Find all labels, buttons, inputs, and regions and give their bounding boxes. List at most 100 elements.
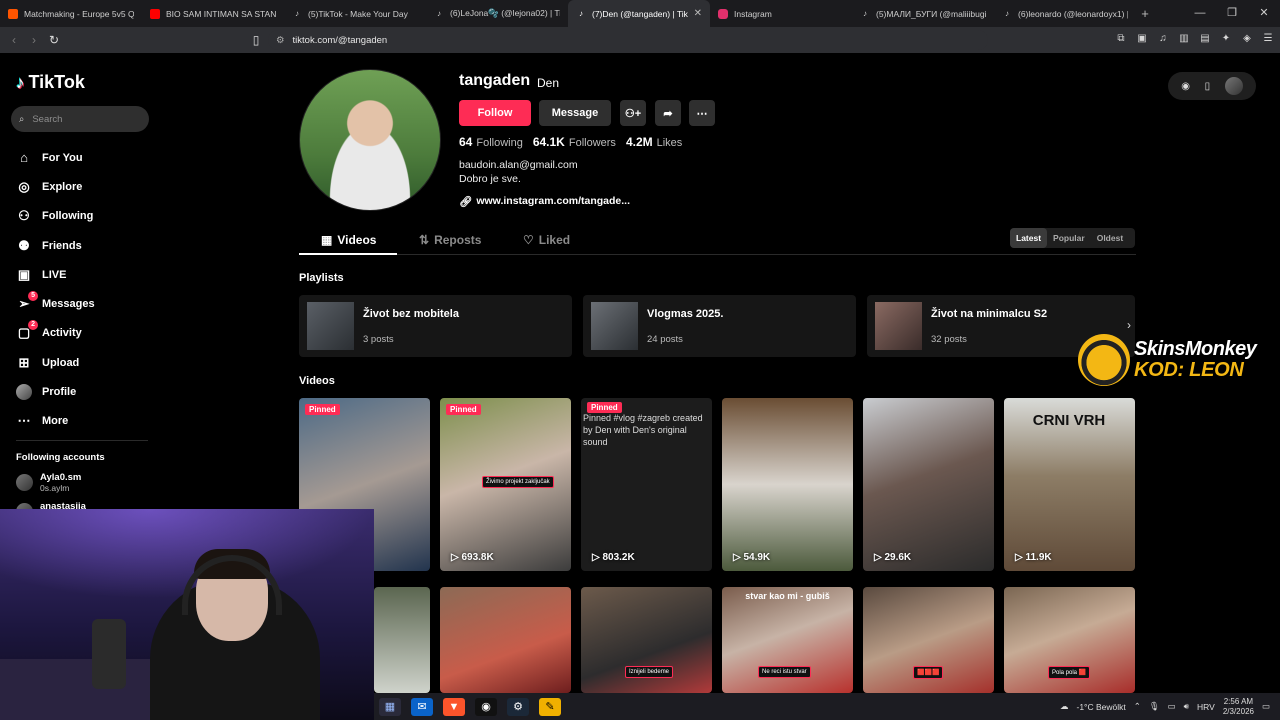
new-tab-icon[interactable]: + bbox=[1136, 6, 1154, 21]
browser-tab[interactable]: ♪ (6)leonardo (@leonardoyx1) | bbox=[994, 0, 1136, 27]
browser-tab[interactable]: BIO SAM INTIMAN SA STANIJ bbox=[142, 0, 284, 27]
search-input[interactable]: ⌕ Search bbox=[11, 106, 149, 132]
share-button[interactable]: ➦ bbox=[655, 100, 681, 126]
sort-latest[interactable]: Latest bbox=[1010, 228, 1048, 248]
mic-icon[interactable]: 🎙︎ bbox=[1149, 701, 1160, 712]
video-card[interactable]: Pola pola 🟥 bbox=[1004, 587, 1135, 693]
browser-tab[interactable]: ♪ (5)TikTok - Make Your Day bbox=[284, 0, 426, 27]
taskbar-app-icon[interactable]: ✎ bbox=[539, 697, 561, 716]
profile-stats: 64 Following 64.1K Followers 4.2M Likes bbox=[459, 135, 682, 149]
brave-icon[interactable]: ▼ bbox=[443, 697, 465, 716]
faceit-icon bbox=[8, 8, 18, 19]
browser-tab[interactable]: ♪ (5)МАЛИ_БУГИ (@maliiibugii bbox=[852, 0, 994, 27]
video-card[interactable]: ▷ 54.9K bbox=[722, 398, 853, 571]
extension-icons: ⧉ ▣ ♫ ▥ ▤ ✦ ◈ ☰ bbox=[1115, 32, 1274, 46]
taskbar-app-icon[interactable]: ▦ bbox=[379, 697, 401, 716]
video-card[interactable]: ▷ 29.6K bbox=[863, 398, 994, 571]
sidebar-item-profile[interactable]: Profile bbox=[16, 377, 166, 406]
music-icon[interactable]: ♫ bbox=[1157, 32, 1169, 46]
url-field[interactable]: ⚙ tiktok.com/@tangaden bbox=[268, 30, 988, 50]
playlist-card[interactable]: Vlogmas 2025. 24 posts bbox=[583, 295, 856, 357]
view-count: ▷ 29.6K bbox=[874, 552, 912, 563]
sidebar-item-explore[interactable]: ◎ Explore bbox=[16, 172, 166, 201]
steam-icon[interactable]: ⚙ bbox=[507, 697, 529, 716]
leo-icon[interactable]: ✦ bbox=[1220, 32, 1232, 46]
menu-icon[interactable]: ☰ bbox=[1262, 32, 1274, 46]
more-icon: ⋯ bbox=[17, 413, 31, 429]
extension-icon[interactable]: ⧉ bbox=[1115, 32, 1127, 46]
device-icon[interactable]: ▯ bbox=[1205, 81, 1211, 92]
play-icon: ▷ bbox=[733, 552, 744, 563]
close-window-icon[interactable]: ✕ bbox=[1248, 0, 1280, 27]
minimize-icon[interactable]: — bbox=[1184, 0, 1216, 27]
browser-tab[interactable]: Instagram bbox=[710, 0, 852, 27]
sidebar-item-more[interactable]: ⋯ More bbox=[16, 407, 166, 436]
stat-following[interactable]: 64 Following bbox=[459, 135, 523, 149]
site-info-icon[interactable]: ⚙ bbox=[276, 35, 285, 46]
sidebar-item-activity[interactable]: ▢ 2 Activity bbox=[16, 319, 166, 348]
sort-oldest[interactable]: Oldest bbox=[1091, 228, 1129, 248]
language-indicator[interactable]: HRV bbox=[1197, 702, 1215, 712]
video-card[interactable] bbox=[374, 587, 430, 693]
sidebar-item-following[interactable]: ⚇ Following bbox=[16, 202, 166, 231]
sort-popular[interactable]: Popular bbox=[1047, 228, 1091, 248]
home-icon: ⌂ bbox=[20, 149, 28, 165]
forward-icon[interactable]: › bbox=[24, 33, 44, 47]
sidebar-item-messages[interactable]: ➢ 5 Messages bbox=[16, 289, 166, 318]
playlist-card[interactable]: Život bez mobitela 3 posts bbox=[299, 295, 572, 357]
video-card[interactable]: Pinned Živimo projekt zaključak ▷ 693.8K bbox=[440, 398, 571, 571]
video-card[interactable] bbox=[440, 587, 571, 693]
tab-videos[interactable]: ▦ Videos bbox=[321, 233, 376, 247]
repost-icon: ⇅ bbox=[419, 233, 430, 247]
network-icon[interactable]: ▭ bbox=[1168, 701, 1176, 712]
follow-button[interactable]: Follow bbox=[459, 100, 531, 126]
sidebar-item-upload[interactable]: ⊞ Upload bbox=[16, 348, 166, 377]
browser-tab[interactable]: ♪ (6)LeJona🫧 (@lejona02) | Tik bbox=[426, 0, 568, 27]
friends-icon: ⚉ bbox=[18, 237, 30, 253]
tab-liked[interactable]: ♡ Liked bbox=[523, 233, 570, 247]
sidebar-icon[interactable]: ▥ bbox=[1178, 32, 1190, 46]
reload-icon[interactable]: ↻ bbox=[44, 33, 64, 47]
play-icon: ▷ bbox=[451, 552, 462, 563]
add-friend-button[interactable]: ⚇+ bbox=[620, 100, 646, 126]
profile-avatar[interactable] bbox=[299, 69, 441, 211]
video-card[interactable]: 🟥🟥🟥 bbox=[863, 587, 994, 693]
sidebar-item-for-you[interactable]: ⌂ For You bbox=[16, 143, 166, 172]
coins-icon[interactable]: ◉ bbox=[1181, 81, 1190, 92]
extension-icon[interactable]: ▣ bbox=[1136, 32, 1148, 46]
profile-nickname: Den bbox=[537, 76, 560, 90]
chevron-right-icon[interactable]: › bbox=[1127, 318, 1131, 332]
sidebar-item-live[interactable]: ▣ LIVE bbox=[16, 260, 166, 289]
taskbar-app-icon[interactable]: ✉ bbox=[411, 697, 433, 716]
stat-followers[interactable]: 64.1K Followers bbox=[533, 135, 616, 149]
avatar[interactable] bbox=[1224, 77, 1243, 95]
close-tab-icon[interactable]: ✕ bbox=[694, 8, 702, 19]
notification-icon[interactable]: ▭ bbox=[1262, 701, 1270, 712]
back-icon[interactable]: ‹ bbox=[4, 33, 24, 47]
clock[interactable]: 2:56 AM 2/3/2026 bbox=[1223, 697, 1254, 717]
youtube-icon bbox=[150, 8, 160, 19]
message-button[interactable]: Message bbox=[539, 100, 611, 126]
volume-icon[interactable]: 🔊︎ bbox=[1184, 701, 1189, 712]
sidebar-item-friends[interactable]: ⚉ Friends bbox=[16, 231, 166, 260]
bio-link[interactable]: 🔗︎ www.instagram.com/tangade... bbox=[459, 195, 630, 208]
video-sticker: Živimo projekt zaključak bbox=[482, 476, 554, 488]
tiktok-logo[interactable]: ♪ TikTok bbox=[16, 72, 85, 93]
obs-icon[interactable]: ◉ bbox=[475, 697, 497, 716]
chevron-up-icon[interactable]: ⌃ bbox=[1134, 701, 1141, 712]
vpn-icon[interactable]: ◈ bbox=[1241, 32, 1253, 46]
tab-reposts[interactable]: ⇅ Reposts bbox=[419, 233, 481, 247]
video-sticker: Pola pola 🟥 bbox=[1048, 666, 1091, 679]
bookmark-icon[interactable]: ▯ bbox=[246, 33, 266, 47]
restore-icon[interactable]: ❐ bbox=[1216, 0, 1248, 27]
more-options-button[interactable]: ⋯ bbox=[689, 100, 715, 126]
video-card[interactable]: Pinned #vlog #zagreb created by Den with… bbox=[581, 398, 712, 571]
wallet-icon[interactable]: ▤ bbox=[1199, 32, 1211, 46]
video-card[interactable]: Iznijeli bedeme bbox=[581, 587, 712, 693]
browser-tab-active[interactable]: ♪ (7)Den (@tangaden) | TikT ✕ bbox=[568, 0, 710, 27]
video-card[interactable]: stvar kao mi - gubiš Ne reci istu stvar bbox=[722, 587, 853, 693]
following-account[interactable]: Ayla0.sm 0s.aylm bbox=[16, 472, 81, 494]
video-card[interactable]: CRNI VRH ▷ 11.9K bbox=[1004, 398, 1135, 571]
browser-tab[interactable]: Matchmaking - Europe 5v5 Qu bbox=[0, 0, 142, 27]
play-icon: ▷ bbox=[1015, 552, 1026, 563]
